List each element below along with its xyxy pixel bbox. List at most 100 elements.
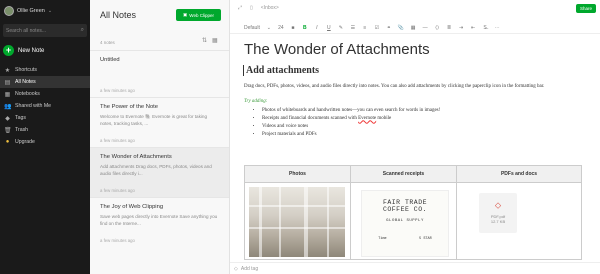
view-options-icon[interactable]: ▦ <box>212 37 218 44</box>
list-item: Videos and voice notes <box>262 123 584 131</box>
list-item: Project materials and PDFs <box>262 131 584 139</box>
table-icon[interactable]: ▦ <box>410 25 416 31</box>
checkbox-icon[interactable]: ☑ <box>374 25 380 31</box>
list-item[interactable]: Untitled a few minutes ago <box>90 50 229 97</box>
people-icon: 👥 <box>4 103 12 110</box>
table-column-photos: Photos <box>245 166 351 259</box>
bullet-list-icon[interactable]: ☰ <box>350 25 356 31</box>
sidebar-item-shared[interactable]: 👥 Shared with Me <box>0 100 90 112</box>
clipper-icon: ▣ <box>183 12 188 17</box>
more-icon[interactable]: ⋯ <box>494 25 500 31</box>
link-icon[interactable]: ⚭ <box>386 25 392 31</box>
note-snippet: Add attachments Drag docs, PDFs, photos,… <box>100 164 212 176</box>
note-title: The Joy of Web Clipping <box>100 204 164 210</box>
underline-icon[interactable]: U <box>326 25 332 31</box>
upgrade-icon: ● <box>5 139 10 145</box>
pdf-attachment[interactable]: ⬦ PDF.pdf 12.7 KB <box>479 193 517 233</box>
list-item[interactable]: The Joy of Web Clipping Save web pages d… <box>90 197 229 247</box>
receipt-footer-left: Time <box>378 237 387 241</box>
align-icon[interactable]: ≣ <box>446 25 452 31</box>
highlight-icon[interactable]: ✎ <box>338 25 344 31</box>
sidebar-item-label: Shared with Me <box>15 103 52 109</box>
bold-icon[interactable]: B <box>302 25 308 31</box>
new-note-button[interactable]: + New Note <box>3 44 44 57</box>
sidebar-item-all-notes[interactable]: ▤ All Notes <box>0 76 90 88</box>
indent-icon[interactable]: ⇥ <box>458 25 464 31</box>
note-body[interactable]: Add attachments Drag docs, PDFs, photos,… <box>243 65 584 139</box>
note-time: a few minutes ago <box>100 188 135 193</box>
note-title: Untitled <box>100 57 120 63</box>
receipt-line: COFFEE CO. <box>382 206 427 213</box>
note-list-tools: ⇅ ▦ <box>202 37 218 44</box>
sidebar-item-notebooks[interactable]: ▦ Notebooks <box>0 88 90 100</box>
numbered-list-icon[interactable]: ≡ <box>362 25 368 31</box>
notebook-icon: ▯ <box>250 5 253 11</box>
note-icon: ▤ <box>4 79 11 86</box>
note-editor: ⤢ ▯ <Inbox> Share Default ⌄ 24 ■ B I U ✎… <box>230 0 600 274</box>
note-time: a few minutes ago <box>100 238 135 243</box>
new-note-label: New Note <box>18 47 45 54</box>
note-title: The Power of the Note <box>100 104 159 110</box>
table-header-cell: Photos <box>289 171 306 177</box>
pdf-filesize: 12.7 KB <box>490 219 506 224</box>
note-title: The Wonder of Attachments <box>100 154 172 160</box>
note-list-panel: All Notes ▣ Web Clipper 4 notes ⇅ ▦ Unti… <box>90 0 230 274</box>
notebook-selector[interactable]: <Inbox> <box>261 5 279 11</box>
strikethrough-icon[interactable]: S̶ <box>482 25 488 31</box>
note-title[interactable]: The Wonder of Attachments <box>244 41 430 58</box>
search-input[interactable]: Search all notes... ⌕ <box>3 24 87 37</box>
add-tag-input[interactable]: Add tag <box>241 266 258 272</box>
table-header-cell: PDFs and docs <box>500 171 538 177</box>
note-time: a few minutes ago <box>100 88 135 93</box>
sort-icon[interactable]: ⇅ <box>202 37 207 44</box>
divider-icon[interactable]: — <box>422 25 428 31</box>
list-item: Photos of whiteboards and handwritten no… <box>262 107 584 115</box>
try-label: Try adding: <box>244 98 268 104</box>
attachments-table: Photos Scanned receipts FAIR TRADE COFFE… <box>244 165 582 260</box>
sidebar-item-label: Notebooks <box>15 91 40 97</box>
receipt-footer: Time 5 STAR <box>362 237 448 241</box>
font-size-select[interactable]: 24 <box>278 25 284 31</box>
share-button[interactable]: Share <box>576 4 596 13</box>
receipt-line: FAIR TRADE <box>382 199 427 206</box>
paperclip-icon[interactable]: 📎 <box>398 25 404 31</box>
text-color-icon[interactable]: ■ <box>290 25 296 31</box>
code-icon[interactable]: ⟨⟩ <box>434 25 440 31</box>
italic-icon[interactable]: I <box>314 25 320 31</box>
body-paragraph: Drag docs, PDFs, photos, videos, and aud… <box>244 84 545 89</box>
note-snippet: Save web pages directly into Evernote Sa… <box>100 214 218 226</box>
table-column-pdfs: PDFs and docs ⬦ PDF.pdf 12.7 KB <box>457 166 581 259</box>
outdent-icon[interactable]: ⇤ <box>470 25 476 31</box>
formatting-toolbar: Default ⌄ 24 ■ B I U ✎ ☰ ≡ ☑ ⚭ 📎 ▦ — ⟨⟩ … <box>230 22 600 34</box>
avatar <box>4 6 14 16</box>
sidebar-item-label: Upgrade <box>15 139 35 145</box>
list-item[interactable]: The Power of the Note Welcome to Evernot… <box>90 97 229 147</box>
receipt-line: GLOBAL SUPPLY <box>386 219 424 223</box>
receipt-attachment[interactable]: FAIR TRADE COFFEE CO. GLOBAL SUPPLY Time… <box>361 190 449 257</box>
star-icon: ★ <box>4 67 11 74</box>
style-select[interactable]: Default <box>244 25 260 31</box>
list-item[interactable]: The Wonder of Attachments Add attachment… <box>90 147 229 197</box>
notebook-icon: ▦ <box>4 91 11 98</box>
editor-topbar: ⤢ ▯ <Inbox> <box>230 0 600 16</box>
sidebar-item-upgrade[interactable]: ● Upgrade <box>0 136 90 148</box>
web-clipper-button[interactable]: ▣ Web Clipper <box>176 9 221 21</box>
receipt-footer-right: 5 STAR <box>419 237 432 241</box>
chevron-down-icon: ⌄ <box>266 24 271 31</box>
search-placeholder: Search all notes... <box>6 27 47 34</box>
tag-icon: ◆ <box>5 115 10 122</box>
sidebar-item-shortcuts[interactable]: ★ Shortcuts <box>0 64 90 76</box>
sidebar-item-label: All Notes <box>15 79 36 85</box>
tag-bar: ◇ Add tag <box>230 262 600 274</box>
tag-icon: ◇ <box>234 265 238 272</box>
expand-icon[interactable]: ⤢ <box>238 5 242 11</box>
sidebar-item-tags[interactable]: ◆ Tags <box>0 112 90 124</box>
sidebar-item-label: Trash <box>15 127 29 133</box>
photo-attachment[interactable] <box>249 187 345 257</box>
web-clipper-label: Web Clipper <box>189 12 214 18</box>
profile-menu[interactable]: Ollie Green ⌄ <box>4 5 52 17</box>
sidebar-item-label: Shortcuts <box>15 67 37 73</box>
body-heading: Add attachments <box>243 65 584 76</box>
note-count: 4 notes <box>100 40 115 45</box>
sidebar-item-trash[interactable]: 🗑 Trash <box>0 124 90 136</box>
